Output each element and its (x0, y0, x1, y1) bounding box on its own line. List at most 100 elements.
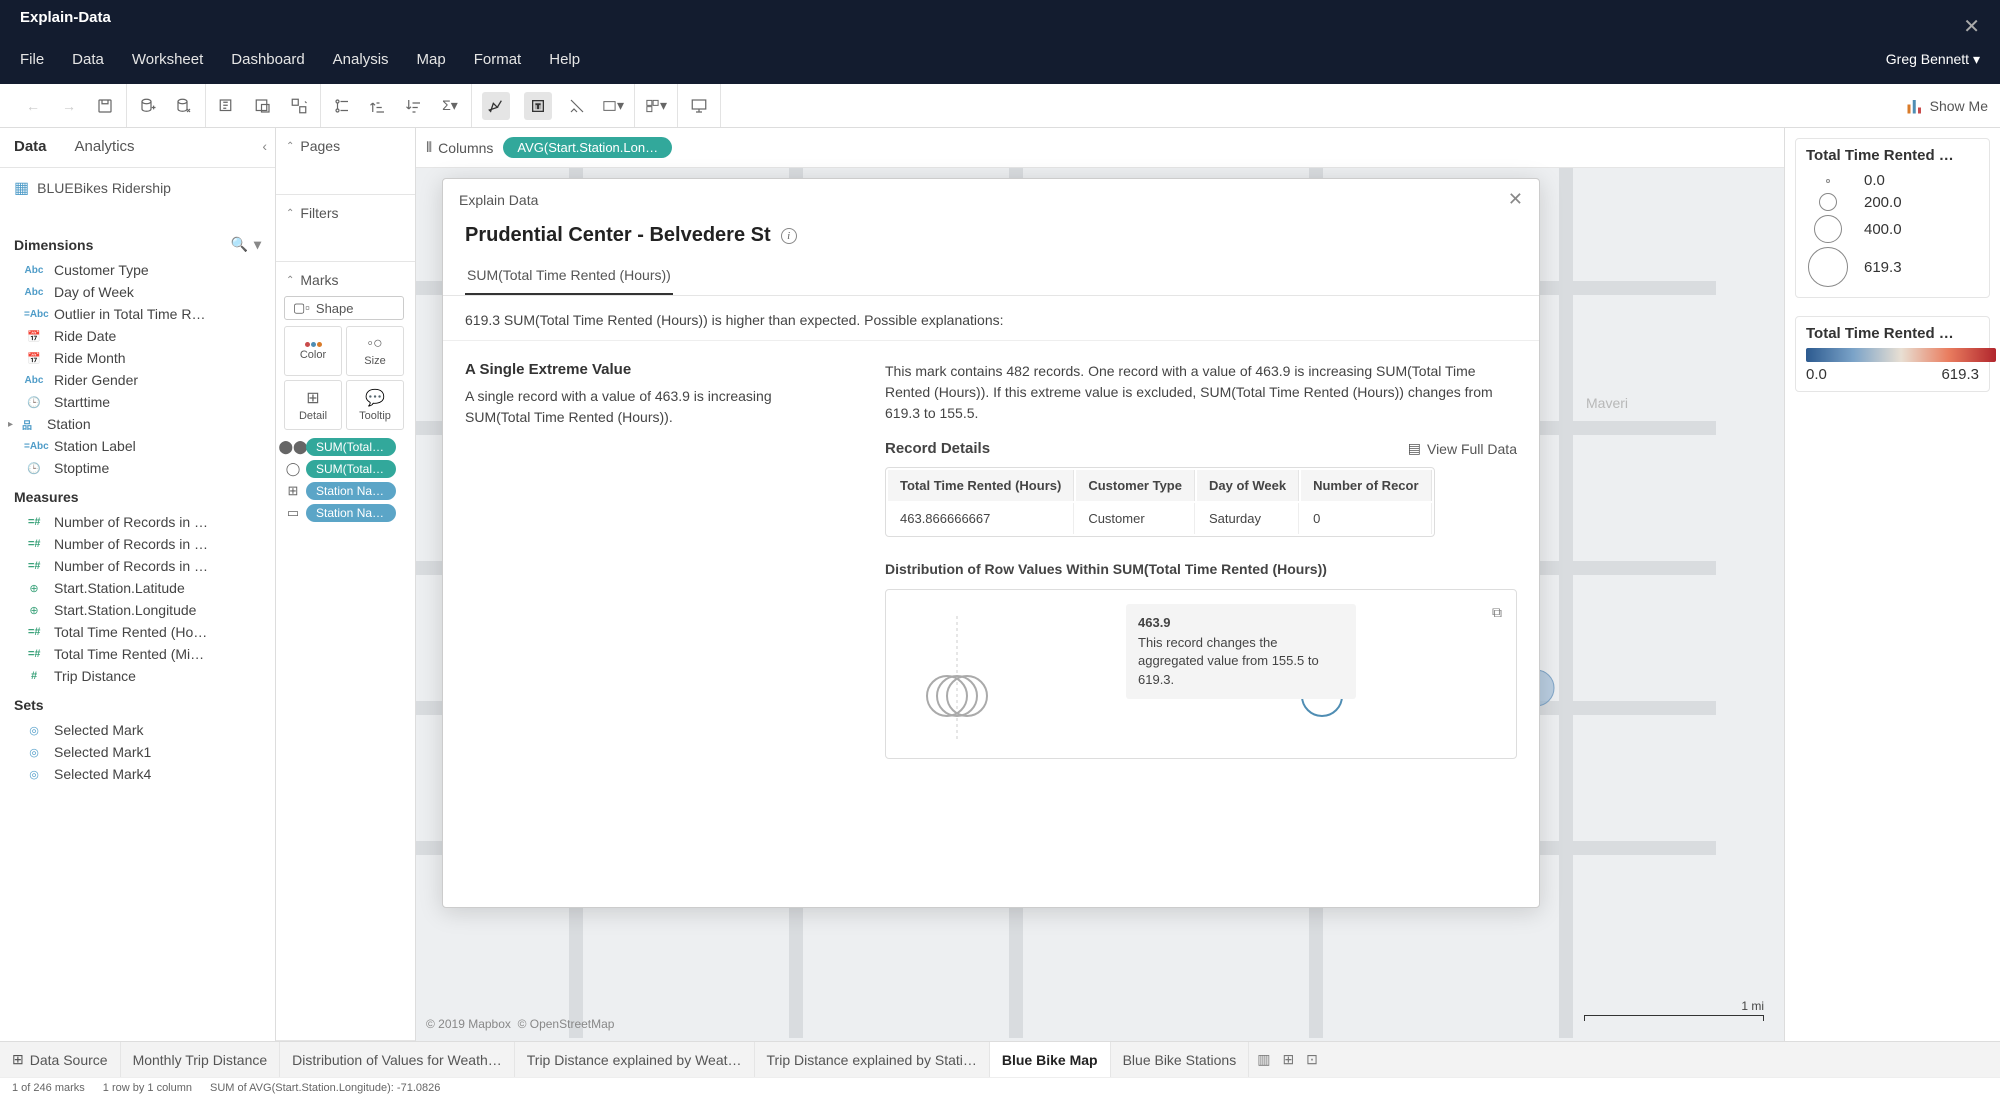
field-stoptime[interactable]: 🕒Stoptime (0, 457, 275, 479)
field-trip-distance[interactable]: #Trip Distance (0, 665, 275, 687)
field-ride-date[interactable]: 📅Ride Date (0, 325, 275, 347)
tab-trip-weather[interactable]: Trip Distance explained by Weat… (515, 1042, 755, 1077)
present-icon[interactable] (688, 95, 710, 117)
menu-format[interactable]: Format (474, 51, 522, 68)
labels-icon[interactable]: T (524, 92, 552, 120)
marks-color[interactable]: Color (284, 326, 342, 376)
filters-shelf[interactable]: ⌃Filters (276, 195, 415, 262)
forward-icon[interactable]: → (58, 95, 80, 117)
tab-data[interactable]: Data (0, 128, 61, 167)
field-rider-gender[interactable]: AbcRider Gender (0, 369, 275, 391)
back-icon[interactable]: ← (22, 95, 44, 117)
field-outlier-in-total-time-r-[interactable]: =AbcOutlier in Total Time R… (0, 303, 275, 325)
columns-pill[interactable]: AVG(Start.Station.Lon… (503, 137, 672, 158)
detail-icon: ⊞ (306, 388, 319, 408)
field-customer-type[interactable]: AbcCustomer Type (0, 259, 275, 281)
field-selected-mark[interactable]: ◎Selected Mark (0, 719, 275, 741)
pill-tooltip[interactable]: ▭Station Nam… (284, 504, 407, 522)
map-scale: 1 mi (1584, 999, 1764, 1021)
field-total-time-rented-mi-[interactable]: =#Total Time Rented (Mi… (0, 643, 275, 665)
menu-file[interactable]: File (20, 51, 44, 68)
menu-analysis[interactable]: Analysis (333, 51, 389, 68)
tab-dist-weather[interactable]: Distribution of Values for Weath… (280, 1042, 515, 1077)
tab-blue-bike-map[interactable]: Blue Bike Map (990, 1042, 1111, 1077)
swap-icon[interactable] (288, 95, 310, 117)
field-starttime[interactable]: 🕒Starttime (0, 391, 275, 413)
field-selected-mark1[interactable]: ◎Selected Mark1 (0, 741, 275, 763)
pill-size[interactable]: ◯SUM(Total T… (284, 460, 407, 478)
status-sum: SUM of AVG(Start.Station.Longitude): -71… (210, 1082, 440, 1094)
tab-data-source[interactable]: ⊞Data Source (0, 1042, 121, 1077)
cards-icon[interactable]: ▾ (645, 95, 667, 117)
size-legend[interactable]: Total Time Rented … 0.0200.0400.0619.3 (1795, 138, 1990, 298)
totals-icon[interactable]: Σ▾ (439, 95, 461, 117)
new-datasource-icon[interactable] (137, 95, 159, 117)
show-me-button[interactable]: Show Me (1906, 97, 1988, 115)
tooltip-icon: ▭ (284, 504, 302, 522)
field-total-time-rented-ho-[interactable]: =#Total Time Rented (Ho… (0, 621, 275, 643)
explain-data-panel: Explain Data ✕ Prudential Center - Belve… (442, 178, 1540, 908)
collapse-sidebar-icon[interactable]: ‹ (254, 128, 275, 167)
showme-icon (1906, 97, 1924, 115)
open-external-icon[interactable]: ⧉ (1492, 604, 1502, 621)
field-station-label[interactable]: =AbcStation Label (0, 435, 275, 457)
field-number-of-records-in-[interactable]: =#Number of Records in … (0, 511, 275, 533)
highlight-icon[interactable] (482, 92, 510, 120)
menu-data[interactable]: Data (72, 51, 104, 68)
pages-shelf[interactable]: ⌃Pages (276, 128, 415, 195)
new-dashboard-icon[interactable]: ⊞ (1282, 1051, 1294, 1068)
user-menu[interactable]: Greg Bennett ▾ (1886, 51, 1980, 68)
clear-icon[interactable] (252, 95, 274, 117)
record-table: Total Time Rented (Hours) Customer Type … (885, 467, 1435, 537)
search-icon[interactable]: 🔍 (231, 236, 248, 253)
tab-blue-bike-stations[interactable]: Blue Bike Stations (1111, 1042, 1250, 1077)
autoupdate-icon[interactable] (173, 95, 195, 117)
format-icon[interactable] (566, 95, 588, 117)
pill-detail[interactable]: ⊞Station Nam… (284, 482, 407, 500)
explain-tab-measure[interactable]: SUM(Total Time Rented (Hours)) (465, 257, 673, 295)
tab-analytics[interactable]: Analytics (61, 128, 149, 167)
table-row[interactable]: 463.866666667 Customer Saturday 0 (888, 503, 1432, 534)
field-ride-month[interactable]: 📅Ride Month (0, 347, 275, 369)
tab-trip-station[interactable]: Trip Distance explained by Stati… (755, 1042, 990, 1077)
app-header: Explain-Data ✕ File Data Worksheet Dashb… (0, 0, 2000, 84)
field-day-of-week[interactable]: AbcDay of Week (0, 281, 275, 303)
fit-icon[interactable]: ▾ (602, 95, 624, 117)
menu-help[interactable]: Help (549, 51, 580, 68)
app-title: Explain-Data (20, 9, 111, 26)
columns-shelf[interactable]: ⦀Columns AVG(Start.Station.Lon… (416, 128, 1784, 168)
sets-header: Sets (0, 689, 275, 717)
record-details-heading: Record Details (885, 440, 990, 457)
field-number-of-records-in-[interactable]: =#Number of Records in … (0, 555, 275, 577)
marks-tooltip[interactable]: 💬Tooltip (346, 380, 404, 430)
size-legend-row: 200.0 (1806, 191, 1979, 213)
sort-desc-icon[interactable] (403, 95, 425, 117)
info-icon[interactable]: i (781, 228, 797, 244)
field-number-of-records-in-[interactable]: =#Number of Records in … (0, 533, 275, 555)
menu-dashboard[interactable]: Dashboard (231, 51, 304, 68)
color-legend[interactable]: Total Time Rented … 0.0 619.3 (1795, 316, 1990, 392)
pill-color[interactable]: ⬤⬤SUM(Total T… (284, 438, 407, 456)
save-icon[interactable] (94, 95, 116, 117)
field-station[interactable]: ▸品Station (0, 413, 275, 435)
mark-type-dropdown[interactable]: ▢▫Shape (284, 296, 404, 320)
marks-detail[interactable]: ⊞Detail (284, 380, 342, 430)
new-sheet-icon[interactable]: ▥ (1257, 1051, 1270, 1068)
menu-worksheet[interactable]: Worksheet (132, 51, 203, 68)
field-selected-mark4[interactable]: ◎Selected Mark4 (0, 763, 275, 785)
distribution-chart[interactable]: 463.9 This record changes the aggregated… (885, 589, 1517, 759)
close-icon[interactable]: ✕ (1963, 14, 1980, 39)
marks-size[interactable]: ◦○Size (346, 326, 404, 376)
field-start-station-longitude[interactable]: ⊕Start.Station.Longitude (0, 599, 275, 621)
menu-icon[interactable]: ▾ (254, 236, 261, 253)
sort-asc-icon[interactable] (367, 95, 389, 117)
tab-monthly[interactable]: Monthly Trip Distance (121, 1042, 281, 1077)
sort-icon[interactable] (331, 95, 353, 117)
view-full-data-link[interactable]: ▤ View Full Data (1408, 440, 1517, 457)
field-start-station-latitude[interactable]: ⊕Start.Station.Latitude (0, 577, 275, 599)
new-worksheet-icon[interactable] (216, 95, 238, 117)
close-explain-icon[interactable]: ✕ (1508, 189, 1523, 210)
new-story-icon[interactable]: ⊡ (1306, 1051, 1318, 1068)
datasource-item[interactable]: ▦ BLUEBikes Ridership (0, 168, 275, 208)
menu-map[interactable]: Map (417, 51, 446, 68)
